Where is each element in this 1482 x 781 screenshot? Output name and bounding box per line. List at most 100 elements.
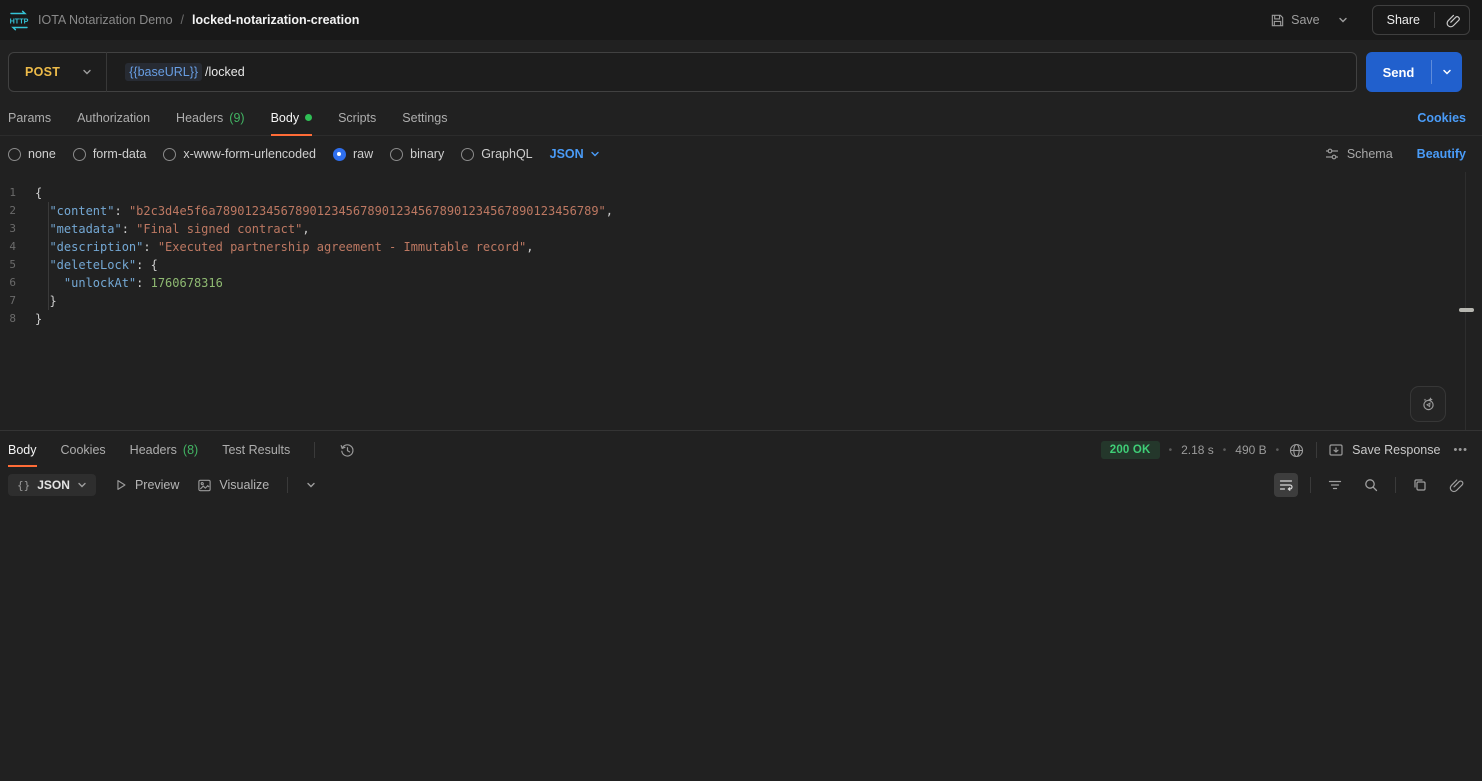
method-label: POST	[25, 65, 60, 79]
play-icon	[114, 478, 128, 492]
response-history-button[interactable]	[339, 431, 356, 469]
response-tab-cookies[interactable]: Cookies	[61, 431, 106, 469]
send-button-group: Send	[1366, 52, 1462, 92]
request-body-editor[interactable]: 1{2 "content": "b2c3d4e5f6a7890123456789…	[0, 172, 1482, 430]
meta-separator-dot: •	[1223, 445, 1227, 456]
toolbar-divider	[287, 477, 288, 493]
save-response-icon	[1328, 442, 1344, 458]
save-response-button[interactable]: Save Response	[1328, 442, 1440, 458]
request-editor-scrollbar[interactable]	[1465, 172, 1466, 430]
copy-icon[interactable]	[1408, 473, 1432, 497]
preview-button[interactable]: Preview	[114, 478, 179, 492]
url-variable-token: {{baseURL}}	[125, 63, 202, 81]
image-icon	[197, 478, 212, 493]
share-button[interactable]: Share	[1373, 6, 1434, 34]
line-number: 7	[0, 292, 35, 310]
share-button-group: Share	[1372, 5, 1470, 35]
response-tab-body[interactable]: Body	[8, 431, 37, 469]
line-number: 5	[0, 256, 35, 274]
more-options-button[interactable]: •••	[1453, 444, 1468, 456]
visualize-button[interactable]: Visualize	[197, 478, 269, 493]
response-tab-headers[interactable]: Headers(8)	[130, 431, 199, 469]
braces-icon: {}	[17, 479, 30, 492]
filter-icon[interactable]	[1323, 473, 1347, 497]
body-type-binary[interactable]: binary	[390, 147, 444, 161]
response-panel: Body Cookies Headers(8) Test Results 200…	[0, 430, 1482, 781]
line-number: 1	[0, 184, 35, 202]
tab-headers[interactable]: Headers(9)	[176, 100, 245, 135]
cookies-link[interactable]: Cookies	[1417, 100, 1466, 136]
send-button[interactable]: Send	[1366, 52, 1431, 92]
body-type-none[interactable]: none	[8, 147, 56, 161]
response-tab-test-results[interactable]: Test Results	[222, 431, 290, 469]
code-line: 6 "unlockAt": 1760678316	[0, 274, 1482, 292]
meta-divider	[1316, 442, 1317, 458]
body-type-raw[interactable]: raw	[333, 147, 373, 161]
line-number: 4	[0, 238, 35, 256]
schema-button[interactable]: Schema	[1324, 146, 1393, 162]
url-input[interactable]: {{baseURL}} /locked	[107, 63, 1356, 81]
line-number: 6	[0, 274, 35, 292]
save-button[interactable]: Save	[1264, 8, 1326, 33]
search-icon[interactable]	[1359, 473, 1383, 497]
body-type-urlencoded[interactable]: x-www-form-urlencoded	[163, 147, 316, 161]
header-actions: Save Share	[1264, 5, 1470, 35]
headers-count-badge: (9)	[229, 111, 244, 125]
request-code-lines: 1{2 "content": "b2c3d4e5f6a7890123456789…	[0, 184, 1482, 328]
response-size[interactable]: 490 B	[1235, 443, 1266, 457]
body-type-bar: none form-data x-www-form-urlencoded raw…	[0, 136, 1482, 172]
code-line: 7 }	[0, 292, 1482, 310]
response-format-dropdown[interactable]: {} JSON	[8, 474, 96, 496]
save-options-chevron-icon[interactable]	[1332, 11, 1354, 29]
tab-scripts[interactable]: Scripts	[338, 100, 376, 135]
save-button-label: Save	[1291, 13, 1320, 27]
schema-label: Schema	[1347, 147, 1393, 161]
radio-icon	[8, 148, 21, 161]
send-options-chevron-icon[interactable]	[1432, 52, 1462, 92]
tab-authorization[interactable]: Authorization	[77, 100, 150, 135]
tabs-divider	[314, 442, 315, 458]
body-type-form-data[interactable]: form-data	[73, 147, 147, 161]
svg-text:HTTP: HTTP	[10, 16, 29, 25]
response-time[interactable]: 2.18 s	[1181, 443, 1214, 457]
response-toolbar: {} JSON Preview Visualize	[0, 469, 1482, 501]
url-path: /locked	[203, 65, 245, 79]
breadcrumb-request-name[interactable]: locked-notarization-creation	[192, 13, 359, 27]
breadcrumb-separator: /	[181, 13, 184, 27]
url-input-container: POST {{baseURL}} /locked	[8, 52, 1357, 92]
code-line: 3 "metadata": "Final signed contract",	[0, 220, 1482, 238]
request-editor-scroll-thumb[interactable]	[1459, 308, 1474, 312]
code-line: 2 "content": "b2c3d4e5f6a789012345678901…	[0, 202, 1482, 220]
code-line: 8}	[0, 310, 1482, 328]
status-badge[interactable]: 200 OK	[1101, 441, 1160, 459]
postbot-icon	[1419, 395, 1437, 413]
tab-body[interactable]: Body	[271, 100, 313, 135]
radio-icon	[73, 148, 86, 161]
body-type-bar-right: Schema Beautify	[1324, 136, 1466, 172]
http-collection-icon: HTTP	[8, 10, 30, 31]
line-number: 8	[0, 310, 35, 328]
body-modified-dot	[305, 114, 312, 121]
meta-separator-dot: •	[1276, 445, 1280, 456]
body-language-dropdown[interactable]: JSON	[550, 147, 600, 161]
word-wrap-toggle[interactable]	[1274, 473, 1298, 497]
copy-link-icon[interactable]	[1435, 6, 1469, 34]
indent-guide	[48, 202, 49, 310]
tab-settings[interactable]: Settings	[402, 100, 447, 135]
method-chevron-icon	[82, 67, 92, 77]
meta-separator-dot: •	[1169, 445, 1173, 456]
link-icon[interactable]	[1444, 473, 1468, 497]
body-type-graphql[interactable]: GraphQL	[461, 147, 532, 161]
postbot-button[interactable]	[1410, 386, 1446, 422]
tab-params[interactable]: Params	[8, 100, 51, 135]
toolbar-chevron-icon[interactable]	[306, 480, 316, 490]
network-globe-icon[interactable]	[1288, 442, 1305, 459]
beautify-button[interactable]: Beautify	[1417, 147, 1466, 161]
line-number: 2	[0, 202, 35, 220]
radio-selected-icon	[333, 148, 346, 161]
postman-app-window: HTTP IOTA Notarization Demo / locked-not…	[0, 0, 1482, 781]
method-selector[interactable]: POST	[9, 65, 106, 79]
request-url-bar: POST {{baseURL}} /locked Send	[0, 40, 1482, 100]
breadcrumb-collection[interactable]: IOTA Notarization Demo	[38, 13, 173, 27]
format-chevron-icon	[77, 480, 87, 490]
